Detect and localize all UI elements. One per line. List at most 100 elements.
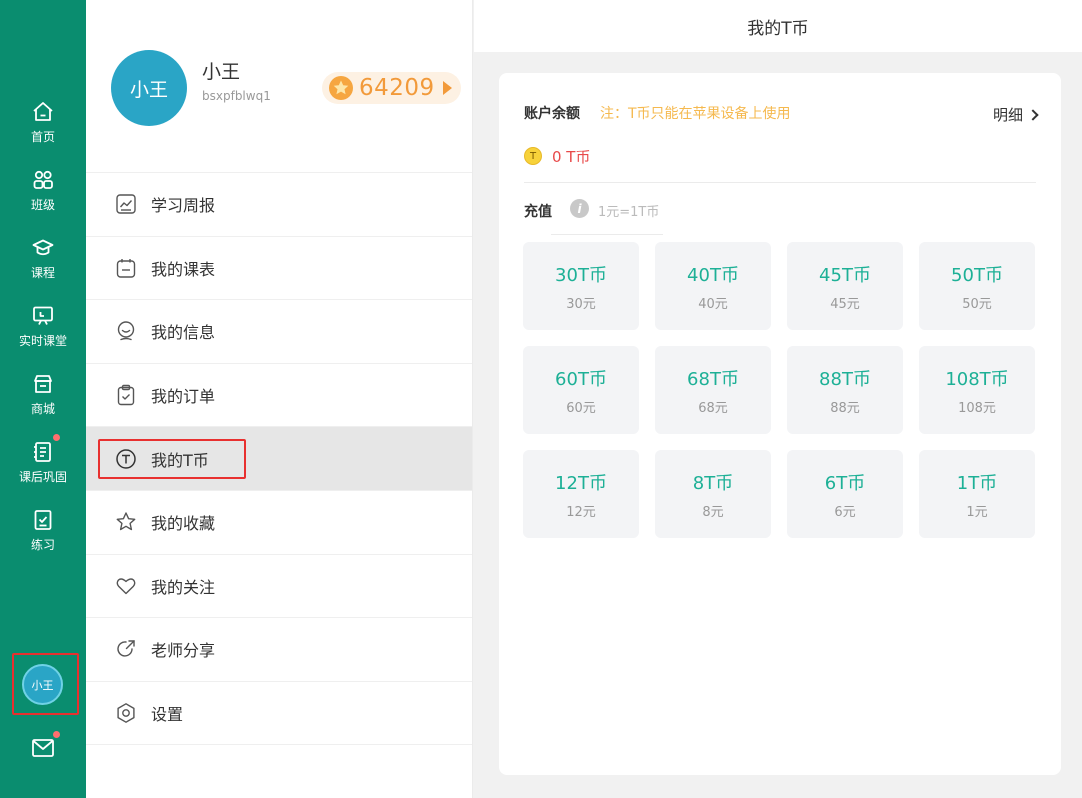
profile-name: 小王 xyxy=(202,61,241,83)
option-price: 88元 xyxy=(830,400,860,416)
rail-item-class[interactable]: 班级 xyxy=(0,168,86,228)
practice-icon xyxy=(34,510,52,530)
menu-item-label: 我的信息 xyxy=(151,323,216,343)
chevron-right-icon xyxy=(1027,108,1039,121)
menu-item-weekly-report[interactable]: 学习周报 xyxy=(86,172,472,236)
profile-user-id: bsxpfblwq1 xyxy=(202,89,271,103)
recharge-option[interactable]: 8T币 8元 xyxy=(655,450,771,538)
balance-label: 账户余额 xyxy=(524,106,580,122)
rail-item-label: 课后巩固 xyxy=(18,470,67,484)
divider xyxy=(524,182,1036,183)
order-icon xyxy=(117,384,135,406)
option-price: 30元 xyxy=(566,296,596,312)
recharge-option[interactable]: 6T币 6元 xyxy=(787,450,903,538)
balance-value: 0 T币 xyxy=(552,148,591,166)
menu-item-label: 设置 xyxy=(151,705,184,725)
rail-avatar[interactable]: 小王 xyxy=(22,664,63,705)
rail-item-practice[interactable]: 练习 xyxy=(0,508,86,568)
menu-item-t-coin[interactable]: 我的T币 xyxy=(86,426,472,490)
recharge-option[interactable]: 30T币 30元 xyxy=(523,242,639,330)
star-icon xyxy=(116,512,136,531)
heart-icon xyxy=(116,578,136,595)
option-amount: 40T币 xyxy=(687,264,739,286)
shop-icon xyxy=(34,375,52,393)
home-icon xyxy=(33,102,53,121)
rail-item-live-classroom[interactable]: 实时课堂 xyxy=(0,304,86,364)
rail-item-homework[interactable]: 课后巩固 xyxy=(0,440,86,500)
recharge-option[interactable]: 40T币 40元 xyxy=(655,242,771,330)
rail-item-shop[interactable]: 商城 xyxy=(0,372,86,432)
option-amount: 30T币 xyxy=(555,264,607,286)
menu-item-settings[interactable]: 设置 xyxy=(86,680,472,745)
avatar-label: 小王 xyxy=(129,78,168,101)
option-amount: 68T币 xyxy=(687,368,739,390)
t-coin-card: 账户余额 注：T币只能在苹果设备上使用 明细 T 0 T币 充值 i 1元=1T… xyxy=(499,73,1061,775)
option-price: 12元 xyxy=(566,504,596,520)
rail-item-home[interactable]: 首页 xyxy=(0,100,86,160)
homework-icon xyxy=(34,442,51,462)
menu-item-following[interactable]: 我的关注 xyxy=(86,553,472,618)
recharge-option[interactable]: 60T币 60元 xyxy=(523,346,639,434)
option-price: 40元 xyxy=(698,296,728,312)
notification-dot xyxy=(53,731,60,738)
t-coin-icon: T xyxy=(524,147,542,165)
rail-avatar-label: 小王 xyxy=(31,678,54,692)
page-title: 我的T币 xyxy=(747,18,809,39)
menu-item-label: 我的关注 xyxy=(151,577,216,597)
graduation-cap-icon xyxy=(32,239,54,256)
rail-item-course[interactable]: 课程 xyxy=(0,236,86,296)
star-coin-icon xyxy=(329,76,353,100)
option-price: 50元 xyxy=(962,296,992,312)
recharge-label: 充值 xyxy=(524,204,552,220)
profile-info-icon xyxy=(117,321,135,341)
option-amount: 6T币 xyxy=(824,472,866,494)
detail-label: 明细 xyxy=(992,106,1023,124)
menu-divider xyxy=(86,744,472,745)
play-arrow-icon xyxy=(442,81,452,95)
menu-item-favorites[interactable]: 我的收藏 xyxy=(86,489,472,554)
rail-item-label: 班级 xyxy=(30,198,55,212)
rail-item-label: 练习 xyxy=(30,538,55,552)
detail-link[interactable]: 明细 xyxy=(992,104,1039,125)
live-classroom-icon xyxy=(33,306,53,325)
recharge-option[interactable]: 68T币 68元 xyxy=(655,346,771,434)
menu-item-schedule[interactable]: 我的课表 xyxy=(86,235,472,300)
option-price: 6元 xyxy=(834,504,856,520)
menu-item-my-info[interactable]: 我的信息 xyxy=(86,299,472,363)
menu-item-label: 老师分享 xyxy=(151,641,216,661)
exchange-rate: 1元=1T币 xyxy=(598,205,660,220)
option-amount: 45T币 xyxy=(819,264,871,286)
option-price: 60元 xyxy=(566,400,596,416)
option-amount: 1T币 xyxy=(956,472,998,494)
coin-balance-button[interactable]: 64209 xyxy=(322,72,461,104)
recharge-option[interactable]: 50T币 50元 xyxy=(919,242,1035,330)
avatar[interactable]: 小王 xyxy=(111,50,187,126)
left-rail: 首页 班级 课程 实时课堂 商城 课后巩固 练习 小王 xyxy=(0,0,86,798)
menu-item-label: 我的收藏 xyxy=(151,514,216,534)
option-amount: 50T币 xyxy=(951,264,1003,286)
recharge-option[interactable]: 108T币 108元 xyxy=(919,346,1035,434)
recharge-option[interactable]: 1T币 1元 xyxy=(919,450,1035,538)
menu-item-teacher-share[interactable]: 老师分享 xyxy=(86,617,472,681)
option-amount: 88T币 xyxy=(819,368,871,390)
settings-icon xyxy=(117,703,135,723)
mail-icon[interactable] xyxy=(31,737,55,759)
class-icon xyxy=(33,170,53,189)
divider xyxy=(551,234,663,235)
option-price: 1元 xyxy=(966,504,988,520)
recharge-options: 30T币 30元 40T币 40元 45T币 45元 50T币 50元 60T币 60元 … xyxy=(523,242,1036,538)
option-amount: 8T币 xyxy=(692,472,734,494)
menu-item-orders[interactable]: 我的订单 xyxy=(86,362,472,427)
recharge-option[interactable]: 88T币 88元 xyxy=(787,346,903,434)
page-header: 我的T币 xyxy=(474,0,1082,52)
selected-menu-highlight xyxy=(98,439,246,480)
recharge-option[interactable]: 12T币 12元 xyxy=(523,450,639,538)
option-amount: 108T币 xyxy=(945,368,1009,390)
info-icon[interactable]: i xyxy=(570,199,589,218)
weekly-report-icon xyxy=(116,194,136,214)
rail-item-label: 首页 xyxy=(30,130,55,144)
profile-panel: 小王 小王 bsxpfblwq1 64209 学习周报 我的课表 我的信息 我的… xyxy=(86,0,473,798)
recharge-option[interactable]: 45T币 45元 xyxy=(787,242,903,330)
rail-item-label: 商城 xyxy=(30,402,55,416)
menu-item-label: 我的订单 xyxy=(151,387,216,407)
